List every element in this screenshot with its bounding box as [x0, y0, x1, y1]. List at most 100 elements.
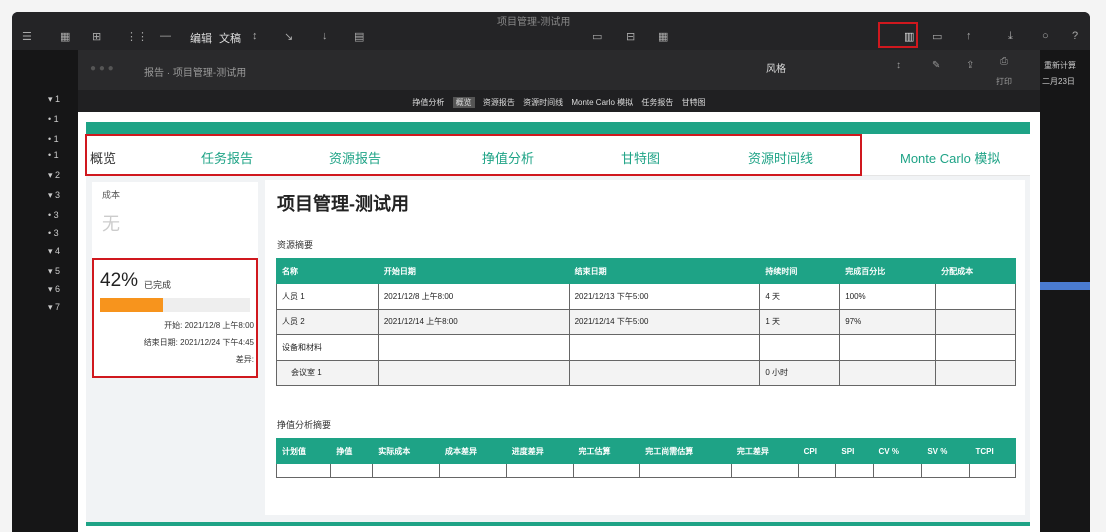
tab-monte-carlo[interactable]: Monte Carlo 模拟: [900, 148, 1000, 167]
outline-row[interactable]: • 1: [48, 150, 59, 160]
edit-icon[interactable]: ✎: [932, 60, 940, 71]
strip-tab-selected[interactable]: 概览: [452, 97, 475, 108]
table-cell: 会议室 1: [276, 359, 379, 386]
strip-tab[interactable]: 资源时间线: [523, 98, 563, 107]
table-cell: [505, 463, 574, 478]
outline-icon[interactable]: ⋮⋮: [126, 30, 148, 43]
resource-table: 名称 开始日期 结束日期 持续时间 完成百分比 分配成本 人员 1 2021/12/8 上午8…: [276, 258, 1016, 386]
column-header: 结束日期: [568, 258, 761, 284]
column-header: 完工尚需估算: [639, 438, 732, 464]
column-header: CV %: [872, 438, 923, 464]
note-icon[interactable]: ▤: [354, 30, 364, 43]
table-row: 人员 2 2021/12/14 上午8:00 2021/12/14 下午5:00 1 …: [276, 308, 1016, 335]
outline-row[interactable]: ▾ 4: [48, 246, 60, 257]
table-cell: 设备和材料: [276, 334, 379, 361]
table-cell: 100%: [839, 283, 937, 310]
column-header: 持续时间: [759, 258, 841, 284]
table-cell: 人员 2: [276, 308, 379, 335]
report-header: ● ● ● 报告 · 项目管理-测试用 风格 ↕ ✎ ⇪ ⎙ 打印: [78, 50, 1040, 90]
progress-highlight: [92, 258, 258, 378]
cost-label: 成本: [102, 190, 121, 200]
page-title: 项目管理-测试用: [277, 194, 409, 214]
right-sidebar: 重新计算 二月23日: [1040, 50, 1090, 532]
outline-row[interactable]: • 1: [48, 134, 59, 144]
outline-row[interactable]: ▾ 1: [48, 94, 60, 105]
window-title: 项目管理-测试用: [497, 17, 571, 28]
strip-tab[interactable]: Monte Carlo 模拟: [571, 98, 633, 107]
grid-icon[interactable]: ⊞: [92, 30, 101, 43]
strip-tab[interactable]: 任务报告: [641, 98, 673, 107]
share-icon[interactable]: ⇪: [966, 60, 974, 71]
table-cell: 4 天: [759, 283, 841, 310]
ev-section-title: 挣值分析摘要: [277, 420, 332, 430]
column-header: 挣值: [330, 438, 374, 464]
column-header: 完工估算: [572, 438, 641, 464]
table-cell: [969, 463, 1016, 478]
print-label: 打印: [996, 77, 1012, 86]
column-header: 成本差异: [439, 438, 507, 464]
table-cell: 0 小时: [759, 359, 841, 386]
table-cell: [568, 334, 761, 361]
table-cell: [377, 359, 570, 386]
column-header: 分配成本: [935, 258, 1016, 284]
strip-tab[interactable]: 挣值分析: [412, 98, 444, 107]
link-icon[interactable]: ↘: [284, 30, 293, 43]
resources-icon[interactable]: ⊟: [626, 30, 635, 43]
text-button[interactable]: 文稿: [219, 30, 241, 46]
table-cell: 人员 1: [276, 283, 379, 310]
table-cell: [572, 463, 641, 478]
recalculate-button[interactable]: 重新计算: [1044, 60, 1076, 71]
dash-icon[interactable]: —: [160, 30, 171, 42]
inspector-icon[interactable]: ▭: [932, 30, 942, 43]
breadcrumb: 报告 · 项目管理-测试用: [144, 68, 247, 79]
outline-row[interactable]: ▾ 6: [48, 284, 60, 295]
column-header: 计划值: [275, 438, 332, 464]
table-cell: 1 天: [759, 308, 841, 335]
edit-button[interactable]: 编辑: [190, 30, 212, 46]
help-icon[interactable]: ?: [1072, 30, 1078, 42]
resource-section-title: 资源摘要: [277, 240, 314, 250]
table-cell: 2021/12/14 下午5:00: [568, 308, 761, 335]
sidebar-toggle-icon[interactable]: ☰: [22, 30, 32, 43]
outline-row[interactable]: ▾ 5: [48, 266, 60, 277]
table-row: 会议室 1 0 小时: [276, 359, 1016, 386]
table-cell: 2021/12/13 下午5:00: [568, 283, 761, 310]
calendar-icon[interactable]: ▦: [658, 30, 668, 43]
outline-row[interactable]: • 1: [48, 114, 59, 124]
outline-row[interactable]: • 3: [48, 228, 59, 238]
accent-bar: [86, 122, 1030, 134]
column-header: SV %: [921, 438, 971, 464]
window-controls-icon[interactable]: ● ● ●: [90, 63, 114, 74]
share-icon[interactable]: ↑: [966, 30, 972, 42]
table-cell: [330, 463, 374, 478]
strip-tab[interactable]: 甘特图: [682, 98, 706, 107]
strip-tab[interactable]: 资源报告: [483, 98, 515, 107]
move-icon[interactable]: ↓: [322, 30, 328, 42]
outline-row[interactable]: • 3: [48, 210, 59, 220]
outline-row[interactable]: ▾ 3: [48, 190, 60, 201]
print-icon[interactable]: ⎙: [1000, 56, 1008, 67]
reports-button-highlight: [878, 22, 918, 48]
indent-icon[interactable]: ↕: [252, 30, 258, 42]
table-cell: [439, 463, 507, 478]
column-header: 完成百分比: [839, 258, 937, 284]
column-header: 名称: [276, 258, 379, 284]
baseline-icon[interactable]: ▭: [592, 30, 602, 43]
table-cell: [935, 334, 1016, 361]
style-button[interactable]: 风格: [766, 60, 786, 75]
table-cell: [275, 463, 332, 478]
export-icon[interactable]: ⤓: [1008, 30, 1013, 43]
tabs-highlight: [85, 134, 862, 176]
settings-icon[interactable]: ○: [1042, 30, 1049, 42]
column-header: SPI: [835, 438, 874, 464]
outline-row[interactable]: ▾ 2: [48, 170, 60, 181]
table-cell: [639, 463, 732, 478]
stepper-icon[interactable]: ↕: [896, 60, 901, 71]
toolbar: 项目管理-测试用 ☰ ▦ ⊞ ⋮⋮ — 编辑 文稿 ↕ ↘ ↓ ▤ ▭ ⊟ ▦ …: [12, 12, 1090, 50]
table-cell: 2021/12/8 上午8:00: [377, 283, 570, 310]
gantt-bar: [1040, 282, 1090, 290]
view-icon[interactable]: ▦: [60, 30, 70, 43]
table-cell: [372, 463, 440, 478]
table-cell: [921, 463, 971, 478]
outline-row[interactable]: ▾ 7: [48, 302, 60, 313]
